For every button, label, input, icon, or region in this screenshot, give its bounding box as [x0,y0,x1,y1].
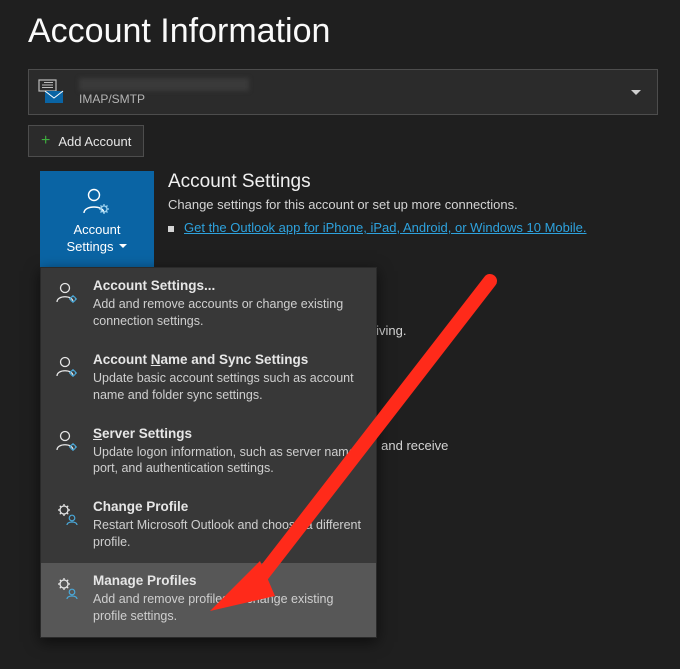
tile-line1: Account [74,222,121,237]
menu-title: Change Profile [93,499,364,514]
account-dropdown-caret[interactable] [623,70,649,114]
section-heading: Account Settings [168,171,656,193]
add-account-label: Add Account [58,134,131,149]
menu-item-manage-profiles[interactable]: Manage Profiles Add and remove profiles … [41,563,376,637]
chevron-down-icon [119,244,127,248]
person-gear-icon [80,185,114,222]
menu-title: Server Settings [93,426,364,441]
section-subtext: Change settings for this account or set … [168,197,656,212]
menu-desc: Add and remove accounts or change existi… [93,296,364,330]
mailbox-icon [37,79,67,105]
menu-desc: Update logon information, such as server… [93,444,364,478]
menu-desc: Update basic account settings such as ac… [93,370,364,404]
person-gear-icon [53,278,81,330]
person-gear-icon [53,426,81,478]
account-settings-section: Account Settings Change settings for thi… [168,171,656,235]
menu-title: Account Settings... [93,278,364,293]
menu-title: Account Name and Sync Settings [93,352,364,367]
bullet-icon [168,226,174,232]
menu-item-name-sync[interactable]: Account Name and Sync Settings Update ba… [41,342,376,416]
menu-item-account-settings[interactable]: Account Settings... Add and remove accou… [41,268,376,342]
account-protocol-label: IMAP/SMTP [79,93,249,106]
gear-person-icon [53,499,81,551]
account-settings-dropdown: Account Settings... Add and remove accou… [40,267,377,638]
menu-item-change-profile[interactable]: Change Profile Restart Microsoft Outlook… [41,489,376,563]
menu-desc: Add and remove profiles or change existi… [93,591,364,625]
menu-desc: Restart Microsoft Outlook and choose a d… [93,517,364,551]
account-selector[interactable]: IMAP/SMTP [28,69,658,115]
menu-title: Manage Profiles [93,573,364,588]
account-email-redacted [79,78,249,91]
tile-line2: Settings [67,239,114,254]
plus-icon: + [41,132,50,150]
menu-item-server-settings[interactable]: Server Settings Update logon information… [41,416,376,490]
page-title: Account Information [0,0,680,69]
gear-person-icon [53,573,81,625]
get-outlook-app-link[interactable]: Get the Outlook app for iPhone, iPad, An… [184,220,587,235]
add-account-button[interactable]: + Add Account [28,125,144,157]
account-settings-tile[interactable]: Account Settings [40,171,154,267]
person-gear-icon [53,352,81,404]
